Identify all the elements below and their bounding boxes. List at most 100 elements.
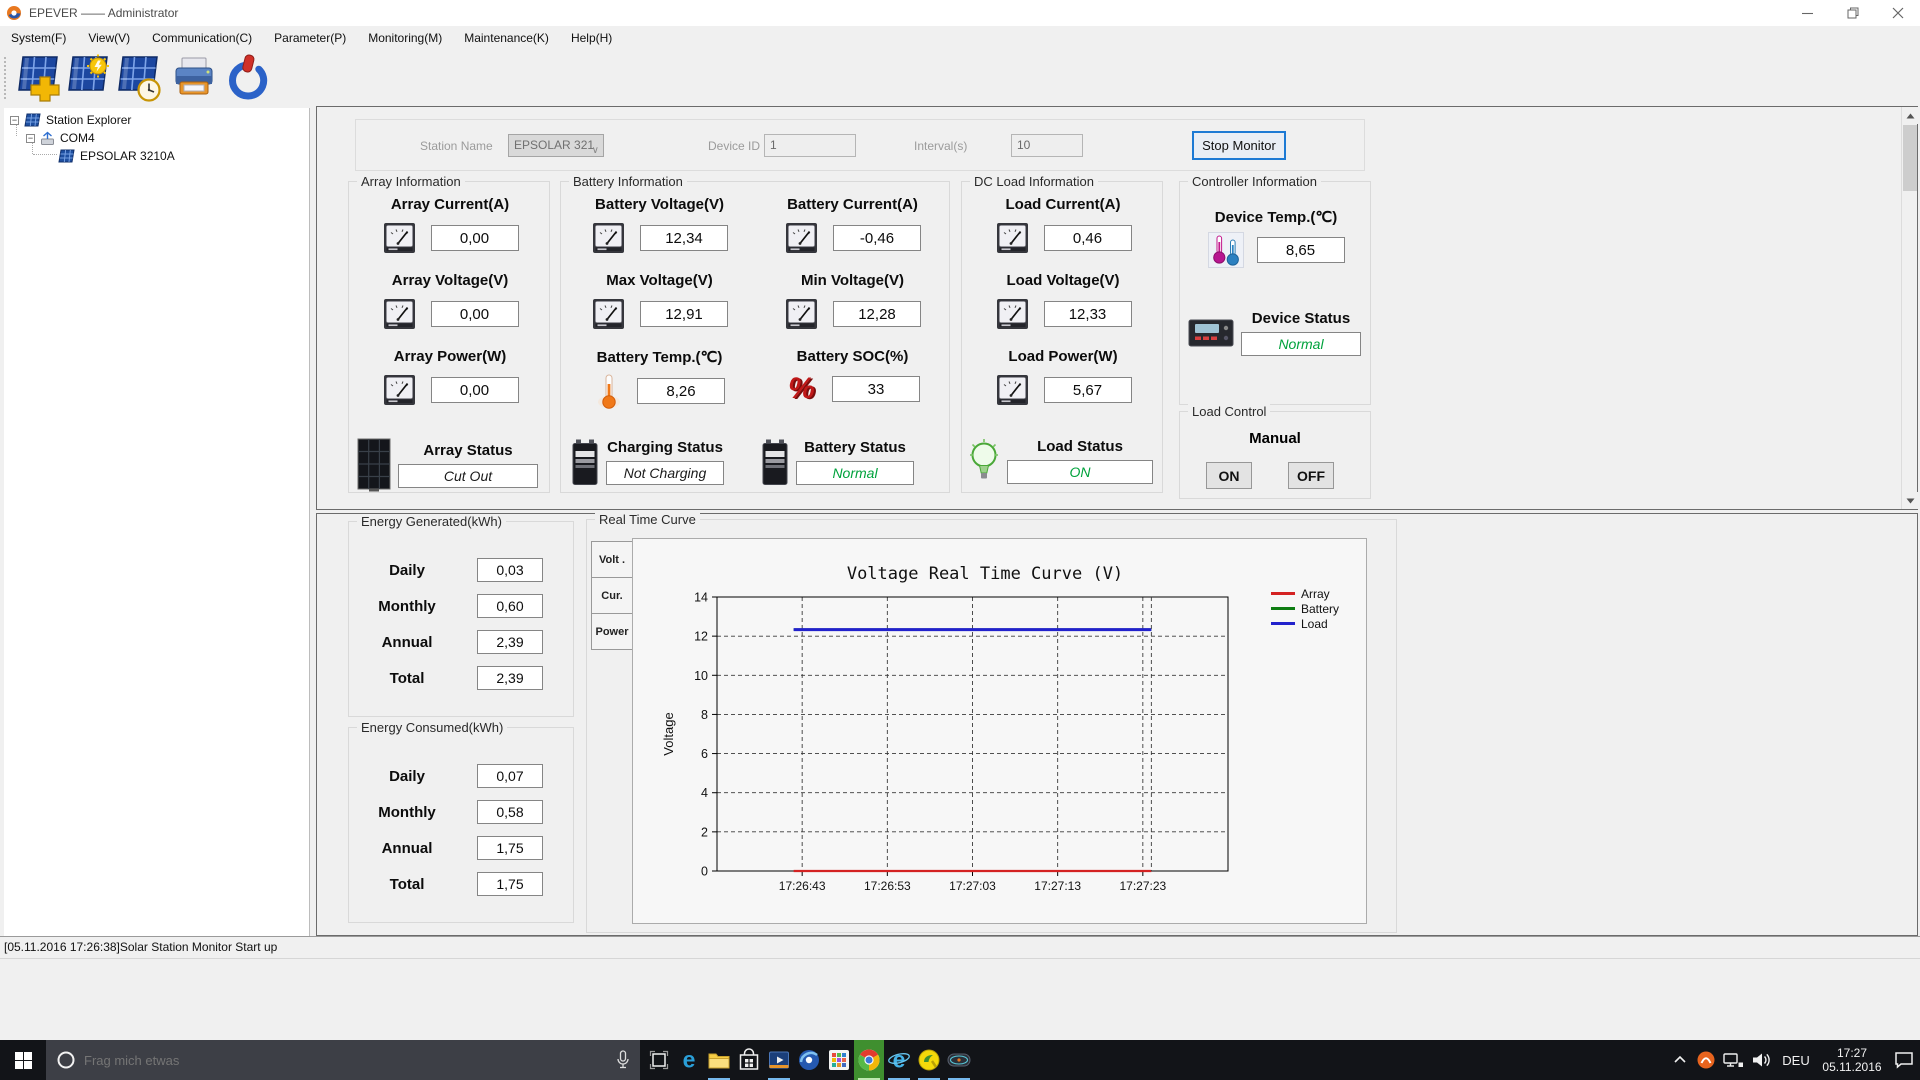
menu-maintenance-k[interactable]: Maintenance(K)	[453, 26, 560, 50]
dc-load-information-title: DC Load Information	[970, 174, 1098, 189]
taskbar-app-store[interactable]	[734, 1040, 764, 1080]
legend-line-icon	[1271, 622, 1295, 625]
metric-row: 8,65	[1207, 232, 1345, 268]
minimize-button[interactable]	[1785, 0, 1830, 26]
scroll-down-arrow-icon[interactable]	[1902, 492, 1918, 509]
taskbar-app-media-player[interactable]	[794, 1040, 824, 1080]
device-id-field[interactable]: 1	[764, 134, 856, 157]
tray-avira-icon[interactable]	[1694, 1040, 1718, 1080]
taskbar-app-movies-tv[interactable]	[764, 1040, 794, 1080]
tray-clock[interactable]: 17:27 05.11.2016	[1816, 1040, 1888, 1080]
power-button[interactable]	[224, 54, 272, 102]
monthly-label: Monthly	[378, 597, 436, 615]
menu-help-h[interactable]: Help(H)	[560, 26, 623, 50]
daily-label: Daily	[389, 561, 425, 579]
device-temp-value: 8,65	[1256, 237, 1345, 263]
tray-volume-icon[interactable]	[1748, 1040, 1774, 1080]
taskbar-app-internet-explorer[interactable]: e	[884, 1040, 914, 1080]
taskbar-app-epever-monitor[interactable]	[944, 1040, 974, 1080]
menu-monitoring-m[interactable]: Monitoring(M)	[357, 26, 453, 50]
stop-monitor-button[interactable]: Stop Monitor	[1192, 131, 1286, 160]
device-id-label: Device ID	[708, 139, 761, 153]
menu-system-f[interactable]: System(F)	[0, 26, 77, 50]
svg-text:17:27:13: 17:27:13	[1034, 879, 1081, 893]
load-off-button[interactable]: OFF	[1288, 462, 1334, 489]
battery-icon	[761, 438, 789, 486]
metric-row: 12,28	[784, 296, 921, 332]
taskbar-app-chrome[interactable]	[854, 1040, 884, 1080]
station-name-combo[interactable]: EPSOLAR 321 ∨	[508, 134, 604, 157]
gauge-icon	[591, 296, 627, 332]
metric-row: 0,46	[995, 220, 1132, 256]
array-voltage-v-value: 0,00	[430, 301, 519, 327]
energy-row-monthly: Monthly 0,60	[349, 594, 573, 618]
language-label: DEU	[1782, 1052, 1810, 1068]
load-power-w-label: Load Power(W)	[1008, 348, 1118, 365]
metric-row: 12,34	[591, 220, 728, 256]
tree-item-label: EPSOLAR 3210A	[80, 149, 175, 163]
gauge-icon	[591, 220, 627, 256]
close-button[interactable]	[1875, 0, 1920, 26]
status-column: Charging Status Not Charging	[606, 439, 724, 485]
tab-volt[interactable]: Volt .	[591, 541, 633, 578]
min-voltage-v-label: Min Voltage(V)	[800, 272, 905, 289]
tree-item-station-explorer[interactable]: Station Explorer	[10, 112, 131, 128]
svg-text:6: 6	[701, 747, 708, 761]
taskbar-app-epever-tool[interactable]	[914, 1040, 944, 1080]
menu-parameter-p[interactable]: Parameter(P)	[263, 26, 357, 50]
tray-chevron-up-icon[interactable]	[1668, 1040, 1692, 1080]
charging-status-value: Not Charging	[606, 461, 724, 485]
station-name-value: EPSOLAR 321	[514, 138, 595, 152]
tab-power[interactable]: Power	[591, 613, 633, 650]
energy-consumed-group: Energy Consumed(kWh) Daily 0,07 Monthly 0,5…	[348, 720, 574, 923]
load-current-a-value: 0,46	[1043, 225, 1132, 251]
controller-icon	[1188, 318, 1234, 348]
status-column: Load Status ON	[1007, 438, 1153, 484]
battery-information-title: Battery Information	[569, 174, 687, 189]
station-add-button[interactable]	[13, 54, 61, 102]
taskbar-app-edge[interactable]: e	[674, 1040, 704, 1080]
expander-minus-icon[interactable]	[10, 115, 19, 125]
tree-item-com4[interactable]: COM4	[26, 130, 95, 146]
taskbar-app-apps-grid[interactable]	[824, 1040, 854, 1080]
action-center-icon[interactable]	[1890, 1040, 1918, 1080]
load-status-status: Load Status ON	[968, 438, 1153, 484]
bulb-icon	[968, 438, 1000, 484]
load-voltage-v-metric: Load Voltage(V) 12,33	[995, 272, 1132, 348]
start-button[interactable]	[0, 1040, 46, 1080]
station-clock-button[interactable]	[113, 54, 161, 102]
menu-view-v[interactable]: View(V)	[77, 26, 141, 50]
toolbar-grip	[4, 57, 6, 99]
real-time-curve-title: Real Time Curve	[595, 512, 700, 527]
vertical-scrollbar[interactable]	[1901, 107, 1918, 509]
scroll-up-arrow-icon[interactable]	[1902, 107, 1918, 124]
printer-button[interactable]	[170, 54, 218, 102]
metric-row: 8,26	[594, 372, 725, 410]
search-input[interactable]	[84, 1052, 616, 1068]
station-sun-button[interactable]	[63, 54, 111, 102]
microphone-icon[interactable]	[616, 1050, 630, 1070]
tree-item-epsolar-3210a[interactable]: EPSOLAR 3210A	[58, 148, 175, 164]
maximize-button[interactable]	[1830, 0, 1875, 26]
max-voltage-v-metric: Max Voltage(V) 12,91	[591, 272, 728, 348]
taskbar-app-file-explorer[interactable]	[704, 1040, 734, 1080]
total-label: Total	[389, 875, 425, 893]
taskbar-search[interactable]	[46, 1040, 640, 1080]
menu-communication-c[interactable]: Communication(C)	[141, 26, 263, 50]
taskbar-app-task-view[interactable]	[644, 1040, 674, 1080]
load-on-button[interactable]: ON	[1206, 462, 1252, 489]
expander-minus-icon[interactable]	[26, 133, 35, 143]
epever-app-window: EPEVER —— Administrator System(F) View(V)…	[0, 0, 1920, 1080]
solar-panel-large-icon	[357, 438, 391, 492]
tray-language[interactable]: DEU	[1778, 1040, 1814, 1080]
tree-item-label: COM4	[60, 131, 95, 145]
log-bar: [05.11.2016 17:26:38]Solar Station Monit…	[0, 936, 1920, 1040]
scrollbar-thumb[interactable]	[1903, 125, 1917, 191]
interval-field[interactable]: 10	[1011, 134, 1083, 157]
tray-network-icon[interactable]	[1720, 1040, 1746, 1080]
tab-cur[interactable]: Cur.	[591, 577, 633, 614]
window-title: EPEVER —— Administrator	[29, 6, 179, 20]
epever-logo-icon	[6, 5, 22, 21]
battery-status-status: Battery Status Normal	[761, 438, 914, 486]
energy-row-daily: Daily 0,07	[349, 764, 573, 788]
